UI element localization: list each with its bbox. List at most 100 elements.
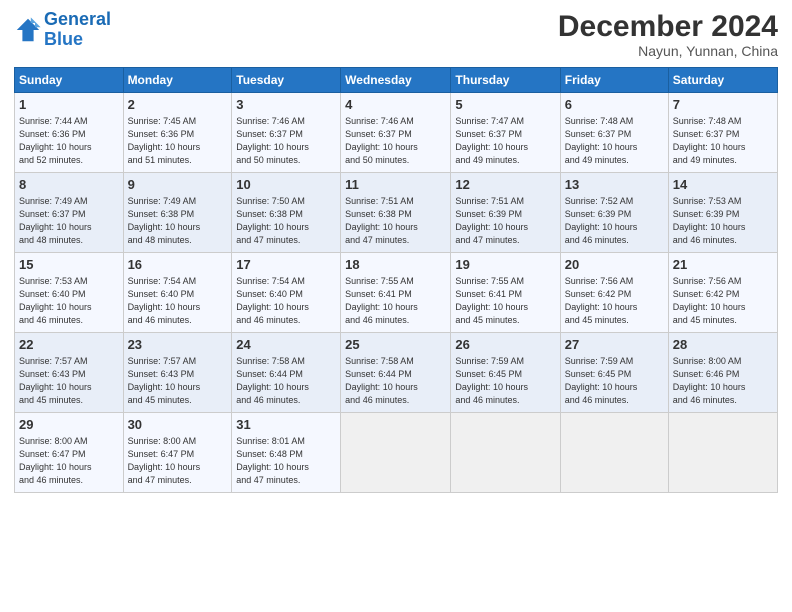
day-info: Sunrise: 7:59 AM Sunset: 6:45 PM Dayligh… bbox=[455, 355, 555, 407]
day-cell: 18Sunrise: 7:55 AM Sunset: 6:41 PM Dayli… bbox=[341, 253, 451, 333]
day-cell bbox=[668, 413, 777, 493]
day-info: Sunrise: 7:51 AM Sunset: 6:38 PM Dayligh… bbox=[345, 195, 446, 247]
day-cell: 24Sunrise: 7:58 AM Sunset: 6:44 PM Dayli… bbox=[232, 333, 341, 413]
day-cell bbox=[341, 413, 451, 493]
day-number: 12 bbox=[455, 176, 555, 194]
day-info: Sunrise: 7:54 AM Sunset: 6:40 PM Dayligh… bbox=[236, 275, 336, 327]
day-number: 4 bbox=[345, 96, 446, 114]
location: Nayun, Yunnan, China bbox=[558, 43, 778, 59]
day-cell: 22Sunrise: 7:57 AM Sunset: 6:43 PM Dayli… bbox=[15, 333, 124, 413]
day-info: Sunrise: 7:57 AM Sunset: 6:43 PM Dayligh… bbox=[128, 355, 228, 407]
day-info: Sunrise: 7:47 AM Sunset: 6:37 PM Dayligh… bbox=[455, 115, 555, 167]
col-header-friday: Friday bbox=[560, 68, 668, 93]
day-cell: 29Sunrise: 8:00 AM Sunset: 6:47 PM Dayli… bbox=[15, 413, 124, 493]
day-info: Sunrise: 7:57 AM Sunset: 6:43 PM Dayligh… bbox=[19, 355, 119, 407]
day-info: Sunrise: 7:49 AM Sunset: 6:38 PM Dayligh… bbox=[128, 195, 228, 247]
day-info: Sunrise: 7:53 AM Sunset: 6:40 PM Dayligh… bbox=[19, 275, 119, 327]
day-number: 5 bbox=[455, 96, 555, 114]
day-number: 29 bbox=[19, 416, 119, 434]
col-header-tuesday: Tuesday bbox=[232, 68, 341, 93]
day-number: 28 bbox=[673, 336, 773, 354]
day-info: Sunrise: 8:01 AM Sunset: 6:48 PM Dayligh… bbox=[236, 435, 336, 487]
col-header-monday: Monday bbox=[123, 68, 232, 93]
day-number: 20 bbox=[565, 256, 664, 274]
day-number: 7 bbox=[673, 96, 773, 114]
day-cell: 9Sunrise: 7:49 AM Sunset: 6:38 PM Daylig… bbox=[123, 173, 232, 253]
day-cell: 4Sunrise: 7:46 AM Sunset: 6:37 PM Daylig… bbox=[341, 93, 451, 173]
day-info: Sunrise: 7:58 AM Sunset: 6:44 PM Dayligh… bbox=[345, 355, 446, 407]
day-cell: 27Sunrise: 7:59 AM Sunset: 6:45 PM Dayli… bbox=[560, 333, 668, 413]
day-cell: 10Sunrise: 7:50 AM Sunset: 6:38 PM Dayli… bbox=[232, 173, 341, 253]
header-row: SundayMondayTuesdayWednesdayThursdayFrid… bbox=[15, 68, 778, 93]
day-info: Sunrise: 7:46 AM Sunset: 6:37 PM Dayligh… bbox=[236, 115, 336, 167]
week-row-2: 8Sunrise: 7:49 AM Sunset: 6:37 PM Daylig… bbox=[15, 173, 778, 253]
calendar-page: General Blue December 2024 Nayun, Yunnan… bbox=[0, 0, 792, 612]
week-row-5: 29Sunrise: 8:00 AM Sunset: 6:47 PM Dayli… bbox=[15, 413, 778, 493]
logo: General Blue bbox=[14, 10, 111, 50]
calendar-table: SundayMondayTuesdayWednesdayThursdayFrid… bbox=[14, 67, 778, 493]
day-info: Sunrise: 7:44 AM Sunset: 6:36 PM Dayligh… bbox=[19, 115, 119, 167]
week-row-4: 22Sunrise: 7:57 AM Sunset: 6:43 PM Dayli… bbox=[15, 333, 778, 413]
day-cell bbox=[560, 413, 668, 493]
day-number: 2 bbox=[128, 96, 228, 114]
day-cell: 11Sunrise: 7:51 AM Sunset: 6:38 PM Dayli… bbox=[341, 173, 451, 253]
logo-text: General Blue bbox=[44, 10, 111, 50]
day-cell: 20Sunrise: 7:56 AM Sunset: 6:42 PM Dayli… bbox=[560, 253, 668, 333]
day-info: Sunrise: 7:55 AM Sunset: 6:41 PM Dayligh… bbox=[455, 275, 555, 327]
day-cell: 23Sunrise: 7:57 AM Sunset: 6:43 PM Dayli… bbox=[123, 333, 232, 413]
day-cell: 3Sunrise: 7:46 AM Sunset: 6:37 PM Daylig… bbox=[232, 93, 341, 173]
week-row-3: 15Sunrise: 7:53 AM Sunset: 6:40 PM Dayli… bbox=[15, 253, 778, 333]
day-number: 1 bbox=[19, 96, 119, 114]
day-cell: 7Sunrise: 7:48 AM Sunset: 6:37 PM Daylig… bbox=[668, 93, 777, 173]
day-cell: 26Sunrise: 7:59 AM Sunset: 6:45 PM Dayli… bbox=[451, 333, 560, 413]
day-info: Sunrise: 7:51 AM Sunset: 6:39 PM Dayligh… bbox=[455, 195, 555, 247]
day-number: 23 bbox=[128, 336, 228, 354]
day-info: Sunrise: 7:45 AM Sunset: 6:36 PM Dayligh… bbox=[128, 115, 228, 167]
day-info: Sunrise: 7:56 AM Sunset: 6:42 PM Dayligh… bbox=[565, 275, 664, 327]
day-cell: 15Sunrise: 7:53 AM Sunset: 6:40 PM Dayli… bbox=[15, 253, 124, 333]
day-number: 3 bbox=[236, 96, 336, 114]
day-number: 6 bbox=[565, 96, 664, 114]
day-number: 21 bbox=[673, 256, 773, 274]
day-cell: 8Sunrise: 7:49 AM Sunset: 6:37 PM Daylig… bbox=[15, 173, 124, 253]
month-title: December 2024 bbox=[558, 10, 778, 43]
day-number: 17 bbox=[236, 256, 336, 274]
day-info: Sunrise: 7:50 AM Sunset: 6:38 PM Dayligh… bbox=[236, 195, 336, 247]
day-info: Sunrise: 7:55 AM Sunset: 6:41 PM Dayligh… bbox=[345, 275, 446, 327]
day-number: 19 bbox=[455, 256, 555, 274]
day-number: 11 bbox=[345, 176, 446, 194]
day-info: Sunrise: 8:00 AM Sunset: 6:47 PM Dayligh… bbox=[19, 435, 119, 487]
day-cell: 19Sunrise: 7:55 AM Sunset: 6:41 PM Dayli… bbox=[451, 253, 560, 333]
col-header-thursday: Thursday bbox=[451, 68, 560, 93]
day-number: 8 bbox=[19, 176, 119, 194]
day-number: 15 bbox=[19, 256, 119, 274]
logo-line1: General bbox=[44, 9, 111, 29]
col-header-saturday: Saturday bbox=[668, 68, 777, 93]
day-cell: 30Sunrise: 8:00 AM Sunset: 6:47 PM Dayli… bbox=[123, 413, 232, 493]
day-cell: 5Sunrise: 7:47 AM Sunset: 6:37 PM Daylig… bbox=[451, 93, 560, 173]
day-info: Sunrise: 7:58 AM Sunset: 6:44 PM Dayligh… bbox=[236, 355, 336, 407]
title-area: December 2024 Nayun, Yunnan, China bbox=[558, 10, 778, 59]
day-cell: 31Sunrise: 8:01 AM Sunset: 6:48 PM Dayli… bbox=[232, 413, 341, 493]
day-cell: 25Sunrise: 7:58 AM Sunset: 6:44 PM Dayli… bbox=[341, 333, 451, 413]
day-cell: 1Sunrise: 7:44 AM Sunset: 6:36 PM Daylig… bbox=[15, 93, 124, 173]
day-number: 16 bbox=[128, 256, 228, 274]
day-cell: 21Sunrise: 7:56 AM Sunset: 6:42 PM Dayli… bbox=[668, 253, 777, 333]
day-cell: 16Sunrise: 7:54 AM Sunset: 6:40 PM Dayli… bbox=[123, 253, 232, 333]
col-header-wednesday: Wednesday bbox=[341, 68, 451, 93]
day-cell: 14Sunrise: 7:53 AM Sunset: 6:39 PM Dayli… bbox=[668, 173, 777, 253]
logo-icon bbox=[14, 16, 42, 44]
day-cell: 6Sunrise: 7:48 AM Sunset: 6:37 PM Daylig… bbox=[560, 93, 668, 173]
day-number: 22 bbox=[19, 336, 119, 354]
day-cell: 12Sunrise: 7:51 AM Sunset: 6:39 PM Dayli… bbox=[451, 173, 560, 253]
day-cell: 17Sunrise: 7:54 AM Sunset: 6:40 PM Dayli… bbox=[232, 253, 341, 333]
day-info: Sunrise: 8:00 AM Sunset: 6:46 PM Dayligh… bbox=[673, 355, 773, 407]
day-cell: 13Sunrise: 7:52 AM Sunset: 6:39 PM Dayli… bbox=[560, 173, 668, 253]
day-info: Sunrise: 7:56 AM Sunset: 6:42 PM Dayligh… bbox=[673, 275, 773, 327]
day-number: 10 bbox=[236, 176, 336, 194]
day-info: Sunrise: 7:46 AM Sunset: 6:37 PM Dayligh… bbox=[345, 115, 446, 167]
header: General Blue December 2024 Nayun, Yunnan… bbox=[14, 10, 778, 59]
day-number: 24 bbox=[236, 336, 336, 354]
day-number: 26 bbox=[455, 336, 555, 354]
day-number: 13 bbox=[565, 176, 664, 194]
